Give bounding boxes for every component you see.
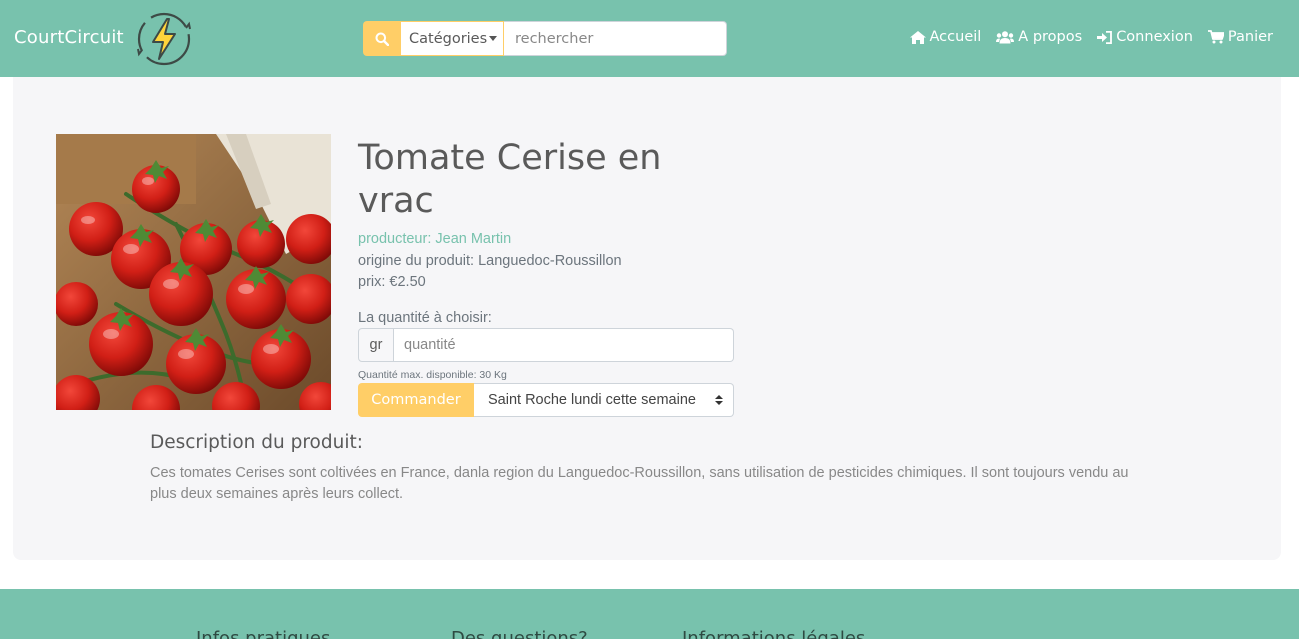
quantity-input[interactable] xyxy=(394,328,734,362)
caret-down-icon xyxy=(489,36,498,41)
footer-heading-legal: Informations légales xyxy=(682,628,866,639)
categories-dropdown[interactable]: Catégories xyxy=(401,21,504,56)
sign-in-icon xyxy=(1097,30,1113,44)
cart-icon xyxy=(1207,30,1224,44)
quantity-help-text: Quantité max. disponible: 30 Kg xyxy=(358,369,507,381)
search-group: Catégories xyxy=(363,21,727,56)
home-icon xyxy=(909,30,926,44)
search-input[interactable] xyxy=(504,21,727,56)
brand-name[interactable]: CourtCircuit xyxy=(14,27,124,48)
nav-home-label: Accueil xyxy=(929,29,982,45)
quantity-label: La quantité à choisir: xyxy=(358,310,492,326)
product-title: Tomate Cerise en vrac xyxy=(358,138,662,221)
footer-heading-questions: Des questions? xyxy=(451,628,588,639)
nav-about-link[interactable]: A propos xyxy=(996,29,1082,45)
pickup-selected-value: Saint Roche lundi cette semaine xyxy=(488,392,696,408)
nav-login-link[interactable]: Connexion xyxy=(1097,29,1193,45)
nav-home-link[interactable]: Accueil xyxy=(909,29,982,45)
search-button[interactable] xyxy=(363,21,401,56)
nav-cart-label: Panier xyxy=(1227,29,1273,45)
lightning-logo-icon[interactable] xyxy=(136,11,192,67)
producer-link[interactable]: producteur: Jean Martin xyxy=(358,231,511,247)
order-group: Commander Saint Roche lundi cette semain… xyxy=(358,383,734,417)
select-arrows-icon xyxy=(715,395,723,405)
product-price: prix: €2.50 xyxy=(358,274,426,290)
users-icon xyxy=(996,30,1015,43)
search-icon xyxy=(375,32,389,46)
nav-cart-link[interactable]: Panier xyxy=(1207,29,1273,45)
pickup-select[interactable]: Saint Roche lundi cette semaine xyxy=(474,383,734,417)
description-text: Ces tomates Cerises sont coltivées en Fr… xyxy=(150,465,1129,502)
footer-heading-practical-info: Infos pratiques xyxy=(196,628,331,639)
nav-about-label: A propos xyxy=(1018,29,1083,45)
quantity-group: gr xyxy=(358,328,734,362)
quantity-unit: gr xyxy=(358,328,394,362)
order-button[interactable]: Commander xyxy=(358,383,474,417)
footer: Infos pratiques Des questions? Informati… xyxy=(0,589,1299,639)
product-origin: origine du produit: Languedoc-Roussillon xyxy=(358,253,622,269)
nav-login-label: Connexion xyxy=(1116,29,1193,45)
product-image xyxy=(56,134,331,410)
navbar: CourtCircuit Catégories Accueil xyxy=(0,0,1299,77)
categories-label: Catégories xyxy=(409,30,488,47)
nav-links: Accueil A propos Connexion Panier xyxy=(909,29,1273,45)
description-title: Description du produit: xyxy=(150,432,363,453)
